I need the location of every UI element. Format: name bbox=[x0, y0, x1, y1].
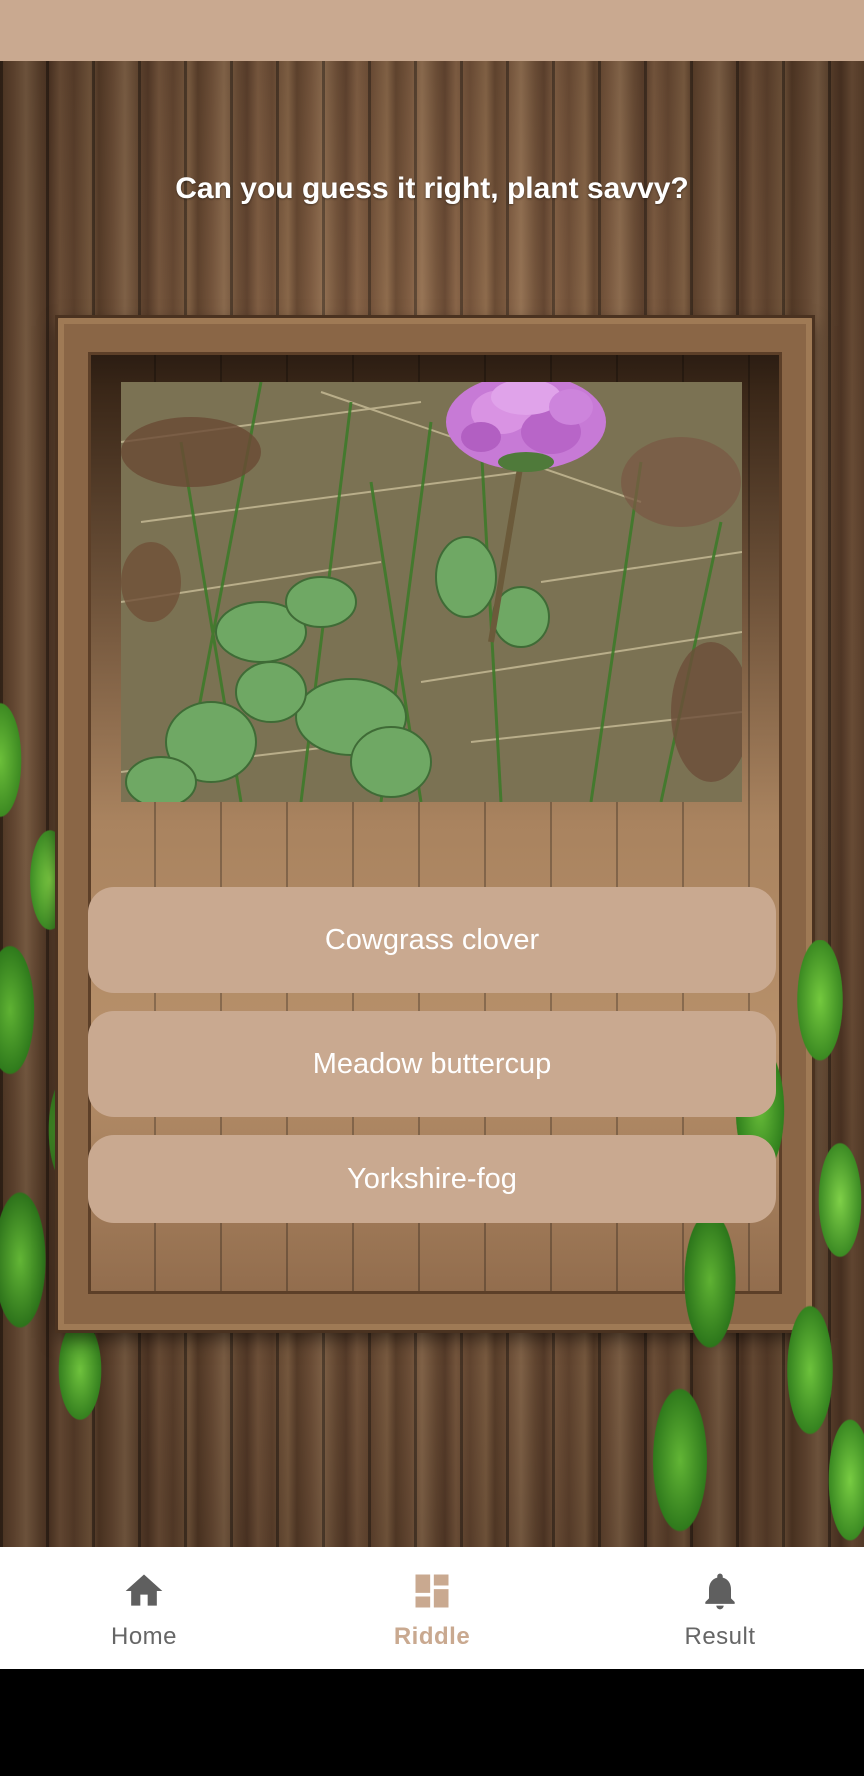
system-navigation-area bbox=[0, 1669, 864, 1776]
answer-button-2[interactable]: Meadow buttercup bbox=[88, 1011, 776, 1117]
nav-label-home: Home bbox=[110, 1623, 178, 1650]
nav-label-riddle: Riddle bbox=[393, 1623, 471, 1650]
answer-options: Cowgrass clover Meadow buttercup Yorkshi… bbox=[88, 887, 776, 1223]
bottom-navigation: Home Riddle Result bbox=[0, 1547, 864, 1669]
answer-button-3[interactable]: Yorkshire-fog bbox=[88, 1135, 776, 1223]
answer-button-1[interactable]: Cowgrass clover bbox=[88, 887, 776, 993]
nav-item-result[interactable]: Result bbox=[576, 1547, 864, 1669]
nav-label-result: Result bbox=[684, 1623, 756, 1650]
home-icon bbox=[125, 1574, 163, 1606]
question-title: Can you guess it right, plant savvy? bbox=[175, 172, 689, 205]
bell-icon bbox=[705, 1573, 735, 1610]
status-bar bbox=[0, 0, 864, 61]
nav-item-home[interactable]: Home bbox=[0, 1547, 288, 1669]
nav-item-riddle[interactable]: Riddle bbox=[288, 1547, 576, 1669]
plant-photo bbox=[121, 382, 742, 802]
grid-icon bbox=[415, 1574, 449, 1608]
